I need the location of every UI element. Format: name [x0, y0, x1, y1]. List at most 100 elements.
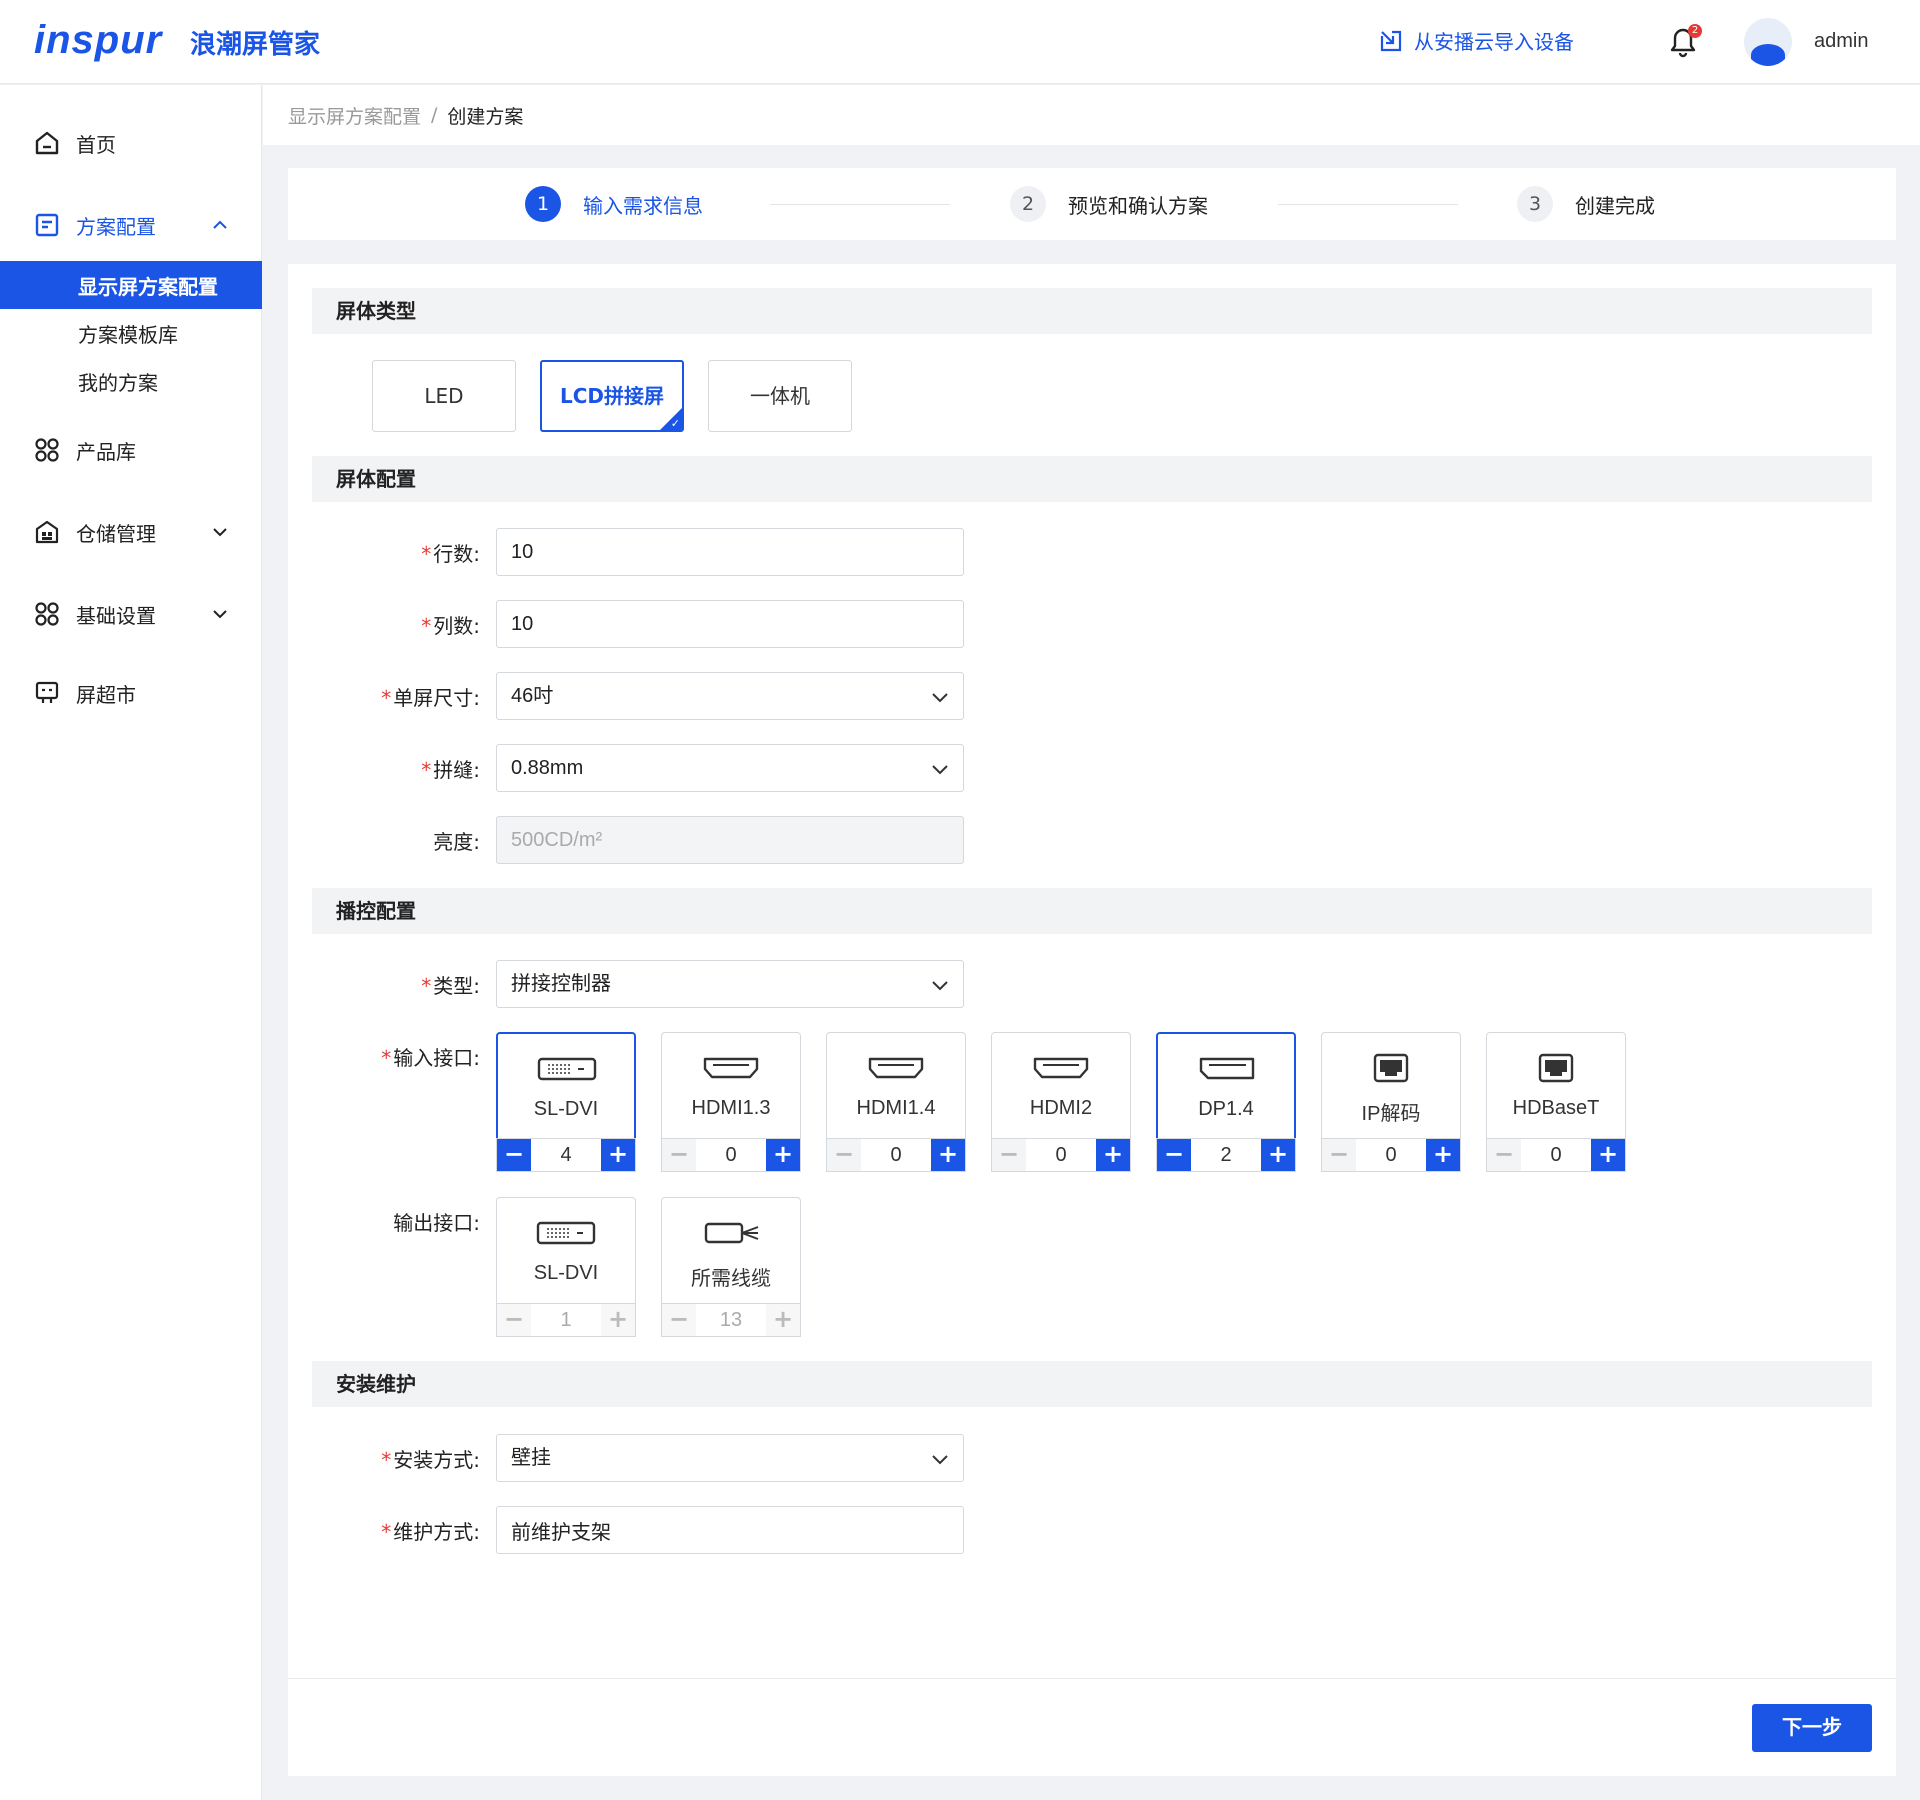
quantity-stepper: − 0 + — [991, 1138, 1131, 1172]
decrement-button[interactable]: − — [1157, 1139, 1191, 1171]
install-method-select[interactable]: 壁挂 — [496, 1434, 964, 1482]
quantity-stepper-disabled: − 1 + — [496, 1303, 636, 1337]
size-value: 46吋 — [511, 685, 554, 707]
install-method-value: 壁挂 — [511, 1447, 551, 1469]
nav-display-scheme-config[interactable]: 显示屏方案配置 — [0, 261, 262, 309]
next-step-button[interactable]: 下一步 — [1752, 1704, 1872, 1752]
chevron-down-icon — [932, 981, 948, 991]
maintain-method-input[interactable] — [496, 1506, 964, 1554]
seam-value: 0.88mm — [511, 757, 584, 779]
screen-type-all-in-one[interactable]: 一体机 — [708, 360, 852, 432]
increment-button[interactable]: + — [1261, 1139, 1295, 1171]
step-label: 创建完成 — [1575, 193, 1655, 218]
notification-badge: 2 — [1688, 24, 1702, 38]
decrement-button[interactable]: − — [827, 1139, 861, 1171]
chevron-down-icon — [213, 528, 227, 537]
nav-basic-settings-label: 基础设置 — [76, 603, 156, 628]
stepper-value[interactable]: 0 — [696, 1139, 766, 1171]
ctrl-type-value: 拼接控制器 — [511, 973, 611, 995]
increment-button[interactable]: + — [1426, 1139, 1460, 1171]
stepper-value[interactable]: 0 — [1356, 1139, 1426, 1171]
seam-label: * 拼缝: — [421, 758, 480, 782]
grid-icon — [35, 602, 59, 626]
nav-screen-market-label: 屏超市 — [76, 682, 136, 707]
home-icon — [35, 131, 59, 155]
import-devices-label: 从安播云导入设备 — [1414, 30, 1574, 54]
step-connector — [770, 204, 950, 205]
stepper-value[interactable]: 0 — [1521, 1139, 1591, 1171]
brand-name: 浪潮屏管家 — [190, 30, 321, 60]
input-port-hdbaset[interactable]: HDBaseT − 0 + — [1486, 1032, 1626, 1172]
stepper-value: 13 — [696, 1304, 766, 1336]
increment-button[interactable]: + — [1591, 1139, 1625, 1171]
quantity-stepper: − 0 + — [661, 1138, 801, 1172]
screen-type-lcd[interactable]: LCD拼接屏 ✓ — [540, 360, 684, 432]
port-label: HDMI1.3 — [691, 1097, 771, 1119]
stepper-value[interactable]: 0 — [1026, 1139, 1096, 1171]
username[interactable]: admin — [1814, 30, 1868, 53]
quantity-stepper: − 4 + — [496, 1138, 636, 1172]
decrement-button[interactable]: − — [497, 1139, 531, 1171]
increment-button: + — [766, 1304, 800, 1336]
nav-warehouse-label: 仓储管理 — [76, 521, 156, 546]
output-ports-label: 输出接口: — [393, 1211, 480, 1235]
nav-screen-market[interactable]: 屏超市 — [0, 669, 262, 717]
input-port-sl-dvi[interactable]: SL-DVI − 4 + — [496, 1032, 636, 1172]
input-port-hdmi13[interactable]: HDMI1.3 − 0 + — [661, 1032, 801, 1172]
nav-my-schemes[interactable]: 我的方案 — [0, 357, 262, 405]
increment-button[interactable]: + — [931, 1139, 965, 1171]
input-ports-label: * 输入接口: — [381, 1046, 480, 1070]
ctrl-type-label: * 类型: — [421, 974, 480, 998]
breadcrumb-parent[interactable]: 显示屏方案配置 — [288, 102, 421, 129]
grid-icon — [35, 438, 59, 462]
nav-scheme-config-label: 方案配置 — [76, 214, 156, 239]
inspur-logo[interactable]: inspur — [34, 18, 162, 63]
screen-type-led[interactable]: LED — [372, 360, 516, 432]
user-avatar[interactable] — [1744, 18, 1792, 66]
chevron-down-icon — [213, 610, 227, 619]
input-port-ip-decode[interactable]: IP解码 − 0 + — [1321, 1032, 1461, 1172]
stepper-value: 1 — [531, 1304, 601, 1336]
seam-select[interactable]: 0.88mm — [496, 744, 964, 792]
cable-icon — [704, 1222, 759, 1244]
increment-button: + — [601, 1304, 635, 1336]
size-select[interactable]: 46吋 — [496, 672, 964, 720]
input-port-hdmi2[interactable]: HDMI2 − 0 + — [991, 1032, 1131, 1172]
stepper-value[interactable]: 0 — [861, 1139, 931, 1171]
output-port-sl-dvi: SL-DVI − 1 + — [496, 1197, 636, 1337]
nav-warehouse[interactable]: 仓储管理 — [0, 508, 262, 556]
sidebar: 首页 方案配置 显示屏方案配置 方案模板库 我的方案 产品库 仓储管理 基础设置… — [0, 85, 262, 1800]
nav-product-library[interactable]: 产品库 — [0, 426, 262, 474]
ethernet-icon — [1373, 1053, 1409, 1083]
cols-input[interactable] — [496, 600, 964, 648]
increment-button[interactable]: + — [601, 1139, 635, 1171]
decrement-button[interactable]: − — [992, 1139, 1026, 1171]
nav-scheme-templates[interactable]: 方案模板库 — [0, 309, 262, 357]
nav-scheme-config[interactable]: 方案配置 — [0, 201, 262, 249]
ctrl-type-select[interactable]: 拼接控制器 — [496, 960, 964, 1008]
decrement-button[interactable]: − — [1322, 1139, 1356, 1171]
brightness-label: 亮度: — [433, 830, 480, 854]
step-label: 预览和确认方案 — [1068, 193, 1208, 218]
port-label: HDMI2 — [1029, 1097, 1093, 1119]
stepper-value[interactable]: 2 — [1191, 1139, 1261, 1171]
input-port-dp14[interactable]: DP1.4 − 2 + — [1156, 1032, 1296, 1172]
increment-button[interactable]: + — [766, 1139, 800, 1171]
chevron-down-icon — [932, 765, 948, 775]
breadcrumb-current: 创建方案 — [447, 105, 524, 128]
nav-home[interactable]: 首页 — [0, 119, 262, 167]
decrement-button[interactable]: − — [662, 1139, 696, 1171]
nav-basic-settings[interactable]: 基础设置 — [0, 590, 262, 638]
warehouse-icon — [35, 520, 59, 544]
notification-bell[interactable]: 2 — [1668, 24, 1702, 60]
decrement-button[interactable]: − — [1487, 1139, 1521, 1171]
port-label: HDBaseT — [1512, 1097, 1600, 1119]
increment-button[interactable]: + — [1096, 1139, 1130, 1171]
rows-input[interactable] — [496, 528, 964, 576]
quantity-stepper-disabled: − 13 + — [661, 1303, 801, 1337]
stepper-value[interactable]: 4 — [531, 1139, 601, 1171]
input-port-hdmi14[interactable]: HDMI1.4 − 0 + — [826, 1032, 966, 1172]
import-devices-link[interactable]: 从安播云导入设备 — [1378, 26, 1574, 55]
footer-divider — [288, 1678, 1896, 1679]
chevron-up-icon — [213, 220, 227, 229]
